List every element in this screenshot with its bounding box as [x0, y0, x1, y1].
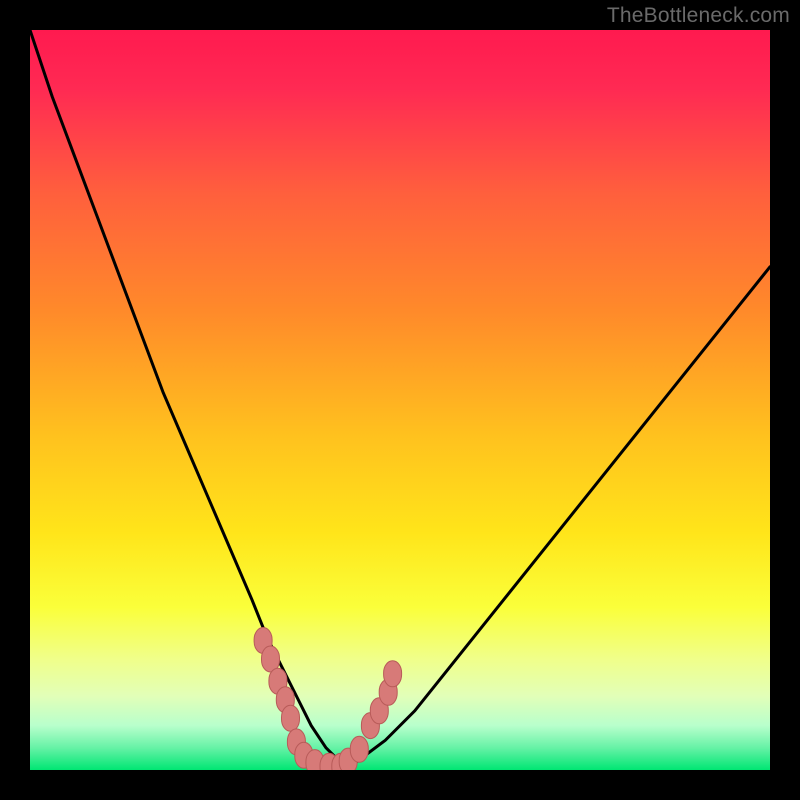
curve-marker — [350, 736, 368, 762]
curve-marker — [384, 661, 402, 687]
curve-marker — [282, 705, 300, 731]
bottleneck-plot — [30, 30, 770, 770]
gradient-background — [30, 30, 770, 770]
watermark-text: TheBottleneck.com — [607, 4, 790, 28]
chart-frame: TheBottleneck.com — [0, 0, 800, 800]
